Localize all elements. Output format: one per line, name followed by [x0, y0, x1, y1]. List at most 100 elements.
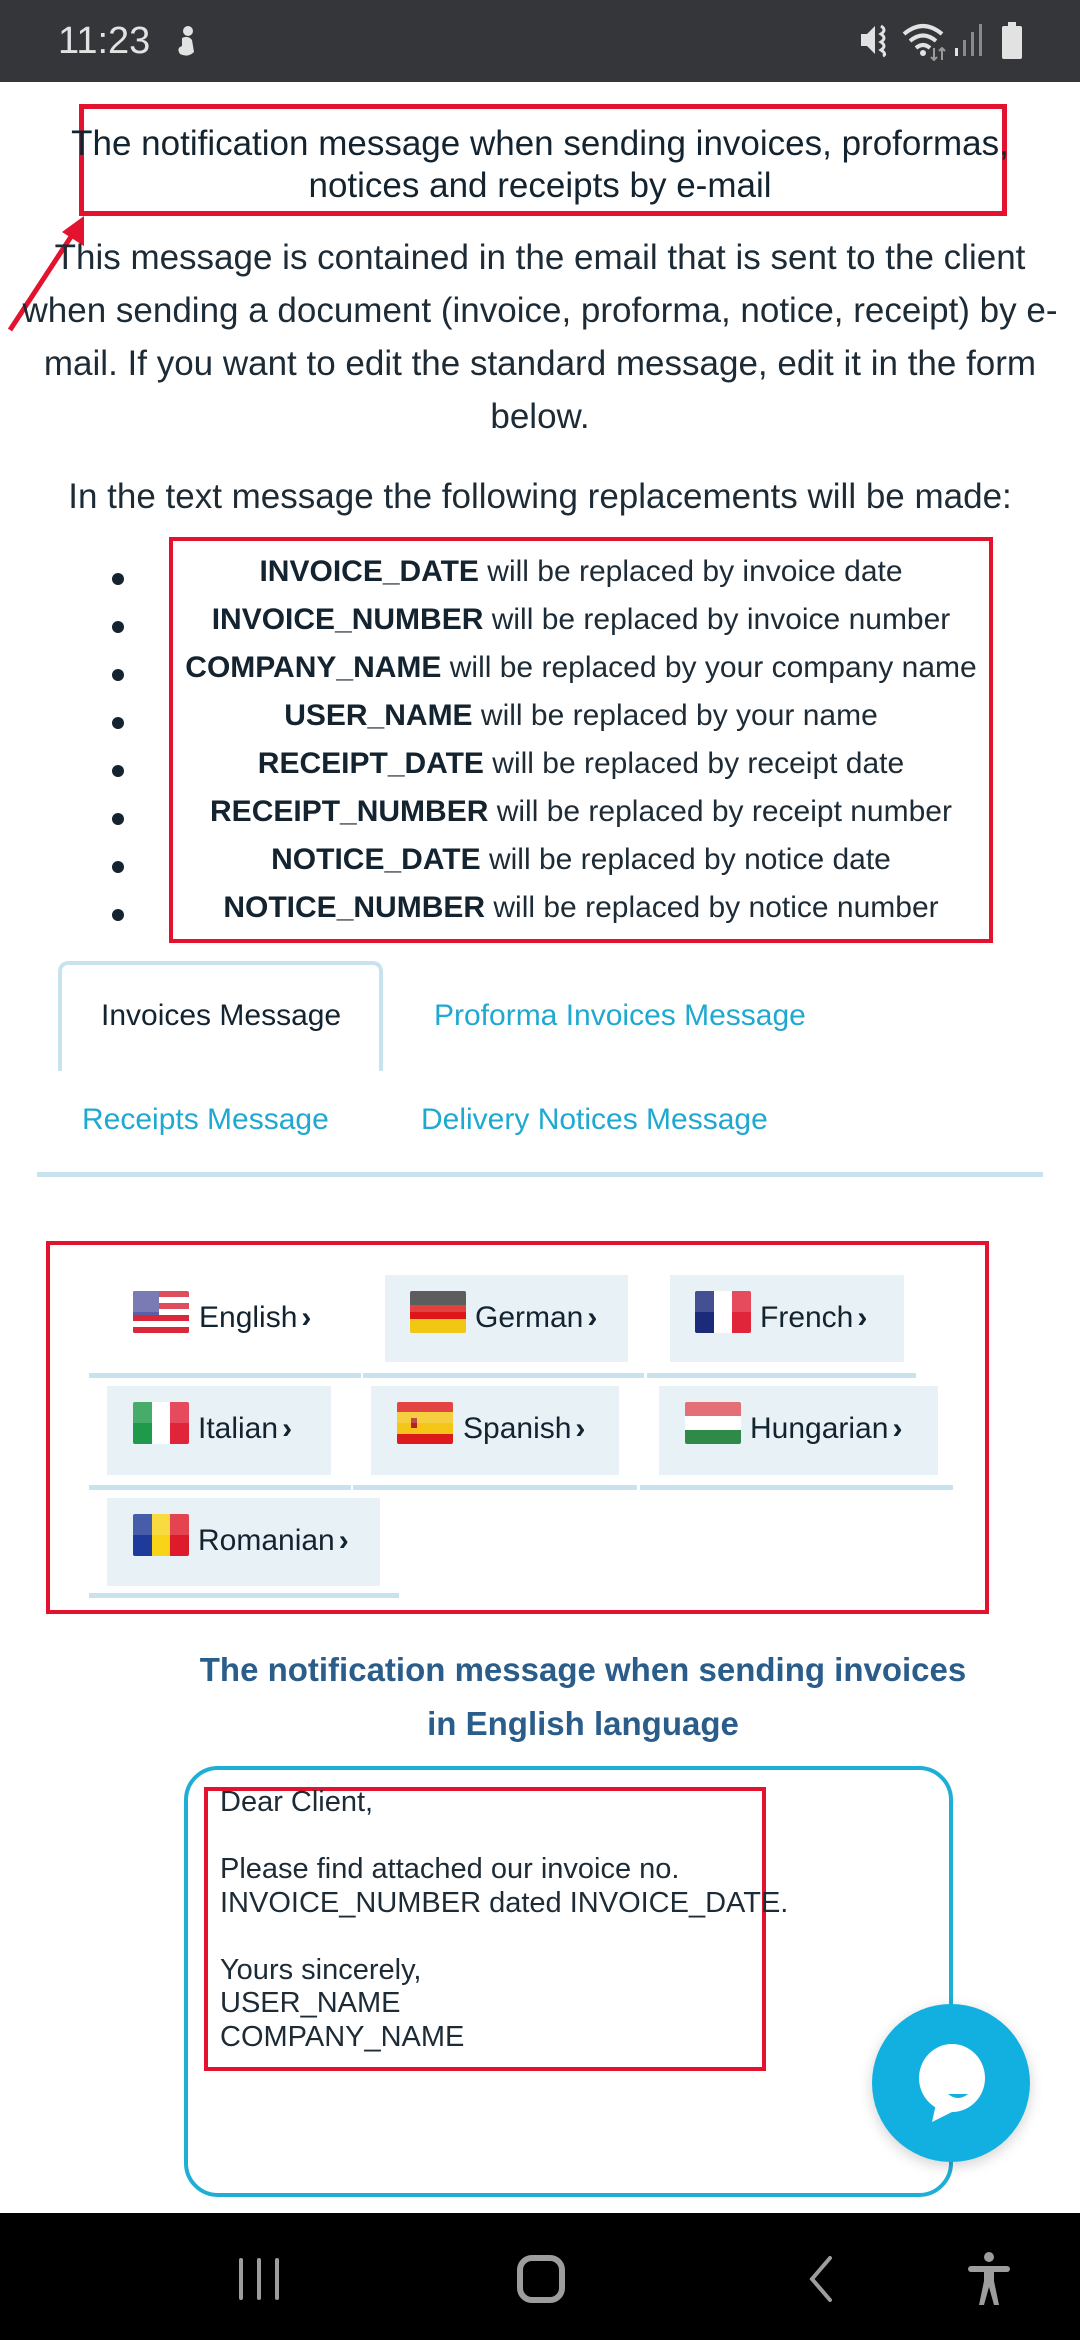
chat-bubble-icon [919, 2044, 985, 2122]
message-line[interactable]: Please find attached our invoice no. [220, 1853, 679, 1886]
language-label-spanish[interactable]: Spanish › [463, 1412, 585, 1446]
system-nav-bar [0, 2213, 1080, 2340]
language-label-english[interactable]: English › [199, 1301, 311, 1335]
replacement-description: will be replaced by receipt date [483, 747, 905, 780]
language-name: French [760, 1301, 854, 1334]
page-title-line-2: notices and receipts by e-mail [308, 166, 772, 205]
accessibility-icon[interactable] [966, 2251, 1012, 2307]
replacement-item: USER_NAME will be replaced by your name [173, 699, 989, 733]
message-line[interactable]: USER_NAME [220, 1987, 401, 2020]
replacement-item: NOTICE_DATE will be replaced by notice d… [173, 843, 989, 877]
message-line[interactable]: COMPANY_NAME [220, 2021, 464, 2054]
language-name: Italian [198, 1412, 279, 1445]
language-underline [89, 1373, 361, 1378]
intro-text-line: below. [490, 397, 590, 436]
message-line[interactable]: Dear Client, [220, 1786, 373, 1819]
person-notification-icon [178, 26, 194, 56]
bullet-icon [112, 813, 124, 825]
signal-icon [955, 24, 982, 56]
intro-text-line: when sending a document (invoice, profor… [22, 291, 1058, 330]
italy-flag-icon [133, 1402, 189, 1444]
language-underline [640, 1485, 953, 1490]
message-line[interactable]: Yours sincerely, [220, 1954, 422, 1987]
replacement-item: RECEIPT_NUMBER will be replaced by recei… [173, 795, 989, 829]
bullet-icon [112, 909, 124, 921]
replacement-item: COMPANY_NAME will be replaced by your co… [173, 651, 989, 685]
mute-vibrate-icon [861, 24, 887, 58]
replacement-key: NOTICE_DATE [271, 843, 481, 876]
tabs-divider [37, 1172, 1043, 1177]
tab-receipts-message[interactable]: Receipts Message [82, 1103, 329, 1137]
replacement-description: will be replaced by notice number [485, 891, 939, 924]
bullet-icon [112, 621, 124, 633]
wifi-data-icon [902, 24, 946, 62]
replacement-key: RECEIPT_NUMBER [210, 795, 489, 828]
home-icon[interactable] [516, 2254, 566, 2304]
replacement-description: will be replaced by your company name [441, 651, 977, 684]
replacement-description: will be replaced by notice date [480, 843, 891, 876]
page-title-line-1: The notification message when sending in… [71, 124, 1009, 163]
replacement-item: INVOICE_NUMBER will be replaced by invoi… [173, 603, 989, 637]
message-section-title-line-1: The notification message when sending in… [199, 1651, 967, 1688]
bullet-icon [112, 669, 124, 681]
spain-flag-icon [397, 1402, 453, 1444]
language-name: Romanian [198, 1524, 335, 1557]
battery-icon [1002, 22, 1022, 59]
language-name: Spanish [463, 1412, 572, 1445]
germany-flag-icon [410, 1291, 466, 1333]
tab-invoices-message-label[interactable]: Invoices Message [101, 999, 341, 1033]
language-underline [363, 1373, 644, 1378]
language-underline [353, 1485, 637, 1490]
bullet-icon [112, 765, 124, 777]
bullet-icon [112, 861, 124, 873]
status-time: 11:23 [58, 20, 151, 62]
chevron-right-icon: › [575, 1412, 586, 1445]
language-label-hungarian[interactable]: Hungarian › [750, 1412, 902, 1446]
message-line[interactable]: INVOICE_NUMBER dated INVOICE_DATE. [220, 1887, 788, 1920]
bullet-icon [112, 573, 124, 585]
replacement-key: RECEIPT_DATE [257, 747, 484, 780]
replacement-key: INVOICE_DATE [259, 555, 479, 588]
back-icon[interactable] [806, 2256, 836, 2302]
language-underline [647, 1373, 916, 1378]
chevron-right-icon: › [892, 1412, 903, 1445]
hungary-flag-icon [685, 1402, 741, 1444]
recent-apps-icon[interactable] [237, 2256, 283, 2302]
replacement-key: USER_NAME [284, 699, 473, 732]
replacement-description: will be replaced by invoice date [478, 555, 903, 588]
replacement-description: will be replaced by your name [472, 699, 878, 732]
language-label-french[interactable]: French › [760, 1301, 867, 1335]
language-name: German [475, 1301, 584, 1334]
language-name: Hungarian [750, 1412, 889, 1445]
bullet-icon [112, 717, 124, 729]
chat-support-button[interactable] [872, 2004, 1030, 2162]
language-underline [89, 1593, 399, 1598]
language-name: English [199, 1301, 298, 1334]
chevron-right-icon: › [857, 1301, 868, 1334]
language-label-italian[interactable]: Italian › [198, 1412, 292, 1446]
chevron-right-icon: › [587, 1301, 598, 1334]
language-label-german[interactable]: German › [475, 1301, 597, 1335]
replacement-item: NOTICE_NUMBER will be replaced by notice… [173, 891, 989, 925]
intro-text-line: mail. If you want to edit the standard m… [43, 344, 1037, 383]
tab-delivery-notices-message[interactable]: Delivery Notices Message [421, 1103, 768, 1137]
message-section-title-line-2: in English language [427, 1705, 739, 1742]
replacement-item: RECEIPT_DATE will be replaced by receipt… [173, 747, 989, 781]
replacement-item: INVOICE_DATE will be replaced by invoice… [173, 555, 989, 589]
tab-proforma-invoices-message[interactable]: Proforma Invoices Message [434, 999, 806, 1033]
chevron-right-icon: › [301, 1301, 312, 1334]
chevron-right-icon: › [338, 1524, 349, 1557]
replacements-annotation-box [169, 537, 993, 943]
replacement-key: INVOICE_NUMBER [211, 603, 484, 636]
intro-text-line: This message is contained in the email t… [54, 238, 1026, 277]
language-underline [89, 1485, 351, 1490]
status-bar: 11:23 [0, 0, 1080, 82]
replacement-description: will be replaced by receipt number [488, 795, 952, 828]
replacement-key: NOTICE_NUMBER [223, 891, 486, 924]
france-flag-icon [695, 1291, 751, 1333]
us-flag-icon [133, 1291, 189, 1333]
replacement-key: COMPANY_NAME [185, 651, 442, 684]
language-label-romanian[interactable]: Romanian › [198, 1524, 349, 1558]
replacements-intro: In the text message the following replac… [68, 477, 1012, 516]
romania-flag-icon [133, 1514, 189, 1556]
